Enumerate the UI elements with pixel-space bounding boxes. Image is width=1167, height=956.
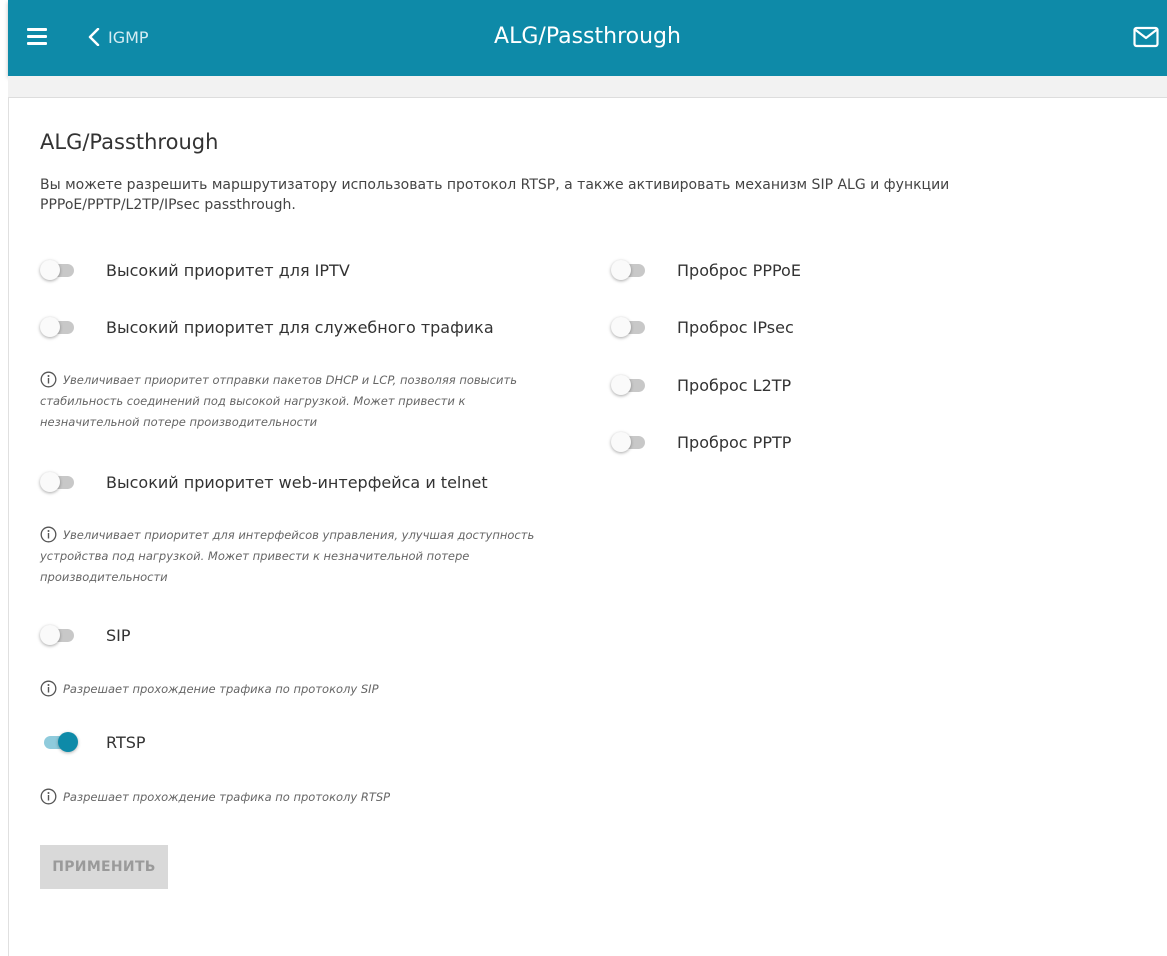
- sip-hint-text: Разрешает прохождение трафика по протоко…: [63, 682, 379, 696]
- toggle-row-sip: SIP: [40, 620, 131, 650]
- l2tp-passthrough-switch[interactable]: [611, 374, 649, 396]
- toggle-row-service-traffic-priority: Высокий приоритет для служебного трафика: [40, 312, 494, 342]
- service-traffic-hint-text: Увеличивает приоритет отправки пакетов D…: [40, 373, 518, 429]
- pptp-passthrough-switch[interactable]: [611, 431, 649, 453]
- rtsp-hint: Разрешает прохождение трафика по протоко…: [40, 787, 560, 808]
- section-title: ALG/Passthrough: [40, 130, 219, 154]
- apply-button[interactable]: ПРИМЕНИТЬ: [40, 845, 168, 889]
- toggle-row-web-telnet-priority: Высокий приоритет web-интерфейса и telne…: [40, 467, 488, 497]
- section-description: Вы можете разрешить маршрутизатору испол…: [40, 177, 950, 213]
- page-title: ALG/Passthrough: [494, 24, 681, 49]
- info-icon: [40, 788, 57, 805]
- header-shadow-strip: [8, 76, 1167, 98]
- iptv-priority-label: Высокий приоритет для IPTV: [106, 260, 350, 280]
- l2tp-passthrough-label: Проброс L2TP: [677, 375, 792, 395]
- toggle-row-l2tp: Проброс L2TP: [611, 370, 791, 400]
- info-icon: [40, 680, 57, 697]
- ipsec-passthrough-switch[interactable]: [611, 316, 649, 338]
- toggle-row-iptv-priority: Высокий приоритет для IPTV: [40, 255, 350, 285]
- toggle-row-ipsec: Проброс IPsec: [611, 312, 794, 342]
- web-telnet-hint: Увеличивает приоритет для интерфейсов уп…: [40, 525, 560, 588]
- top-bar: IGMP ALG/Passthrough: [8, 0, 1167, 76]
- toggle-row-pptp: Проброс PPTP: [611, 427, 791, 457]
- rtsp-hint-text: Разрешает прохождение трафика по протоко…: [63, 790, 391, 804]
- rtsp-switch[interactable]: [40, 731, 78, 753]
- service-traffic-hint: Увеличивает приоритет отправки пакетов D…: [40, 370, 560, 433]
- rtsp-label: RTSP: [106, 732, 146, 752]
- pptp-passthrough-label: Проброс PPTP: [677, 432, 792, 452]
- iptv-priority-switch[interactable]: [40, 259, 78, 281]
- left-divider: [8, 97, 9, 956]
- service-traffic-priority-switch[interactable]: [40, 316, 78, 338]
- toggle-row-pppoe: Проброс PPPoE: [611, 255, 801, 285]
- ipsec-passthrough-label: Проброс IPsec: [677, 317, 794, 337]
- toggle-row-rtsp: RTSP: [40, 727, 146, 757]
- web-telnet-priority-label: Высокий приоритет web-интерфейса и telne…: [106, 472, 488, 492]
- pppoe-passthrough-switch[interactable]: [611, 259, 649, 281]
- envelope-icon[interactable]: [1133, 26, 1159, 48]
- pppoe-passthrough-label: Проброс PPPoE: [677, 260, 801, 280]
- info-icon: [40, 526, 57, 543]
- sip-label: SIP: [106, 625, 131, 645]
- info-icon: [40, 371, 57, 388]
- sip-hint: Разрешает прохождение трафика по протоко…: [40, 679, 560, 700]
- web-telnet-priority-switch[interactable]: [40, 471, 78, 493]
- sip-switch[interactable]: [40, 624, 78, 646]
- service-traffic-priority-label: Высокий приоритет для служебного трафика: [106, 317, 494, 337]
- web-telnet-hint-text: Увеличивает приоритет для интерфейсов уп…: [40, 528, 535, 584]
